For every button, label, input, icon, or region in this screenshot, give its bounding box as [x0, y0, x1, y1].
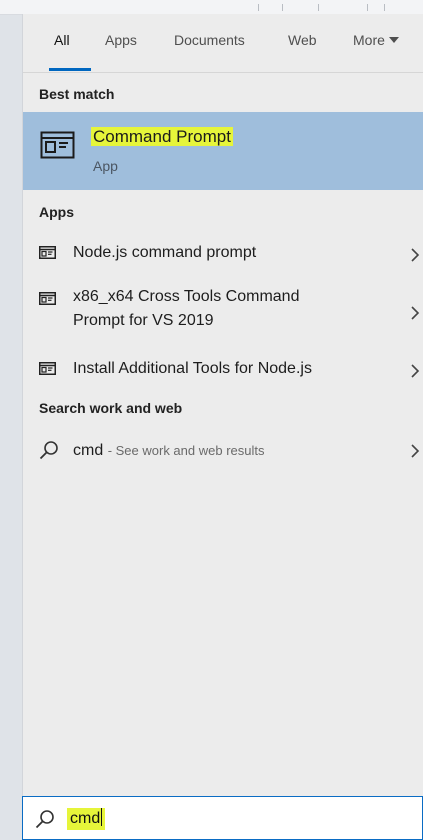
tab-more-label: More [353, 32, 385, 48]
best-match-command-prompt[interactable]: Command Prompt App [23, 112, 423, 190]
web-hint: - See work and web results [107, 443, 265, 458]
search-input[interactable]: cmd [67, 808, 106, 830]
web-search-result[interactable]: cmd - See work and web results [23, 434, 423, 468]
best-match-subtitle: App [93, 158, 118, 174]
active-tab-indicator [49, 68, 91, 71]
app-label-line1: x86_x64 Cross Tools Command [73, 288, 300, 305]
console-window-icon [39, 362, 56, 375]
search-icon [39, 441, 58, 460]
divider [318, 4, 319, 11]
chevron-right-icon [411, 248, 420, 262]
console-window-icon [39, 246, 56, 259]
divider [258, 4, 259, 11]
app-label: Node.js command prompt [73, 244, 257, 261]
web-query: cmd - See work and web results [73, 442, 265, 459]
app-label: Install Additional Tools for Node.js [73, 360, 312, 377]
app-x86-x64-cross-tools[interactable]: x86_x64 Cross Tools Command Prompt for V… [23, 286, 423, 338]
best-match-title: Command Prompt [91, 127, 233, 146]
section-search-web: Search work and web [39, 400, 183, 416]
text-cursor [101, 808, 103, 826]
app-install-additional-tools-nodejs[interactable]: Install Additional Tools for Node.js [23, 356, 423, 386]
chevron-right-icon [411, 306, 420, 320]
app-nodejs-command-prompt[interactable]: Node.js command prompt [23, 240, 423, 270]
tab-apps[interactable]: Apps [105, 32, 137, 48]
tab-more[interactable]: More [353, 32, 399, 48]
taskbar-top-strip [0, 0, 423, 15]
search-box[interactable]: cmd [22, 796, 423, 840]
console-window-icon [40, 131, 75, 159]
tab-web[interactable]: Web [288, 32, 317, 48]
section-best-match: Best match [39, 86, 115, 102]
search-results-panel: All Apps Documents Web More Best match C… [22, 14, 423, 796]
chevron-right-icon [411, 364, 420, 378]
app-label-line2: Prompt for VS 2019 [73, 312, 214, 329]
divider [384, 4, 385, 11]
search-icon [35, 810, 54, 829]
chevron-right-icon [411, 444, 420, 458]
section-apps: Apps [39, 204, 74, 220]
console-window-icon [39, 292, 56, 305]
tab-all[interactable]: All [54, 32, 70, 48]
filter-tabs: All Apps Documents Web More [23, 14, 423, 73]
divider [282, 4, 283, 11]
divider [367, 4, 368, 11]
chevron-down-icon [388, 37, 399, 43]
tab-documents[interactable]: Documents [174, 32, 245, 48]
start-search-screen: All Apps Documents Web More Best match C… [0, 0, 423, 840]
